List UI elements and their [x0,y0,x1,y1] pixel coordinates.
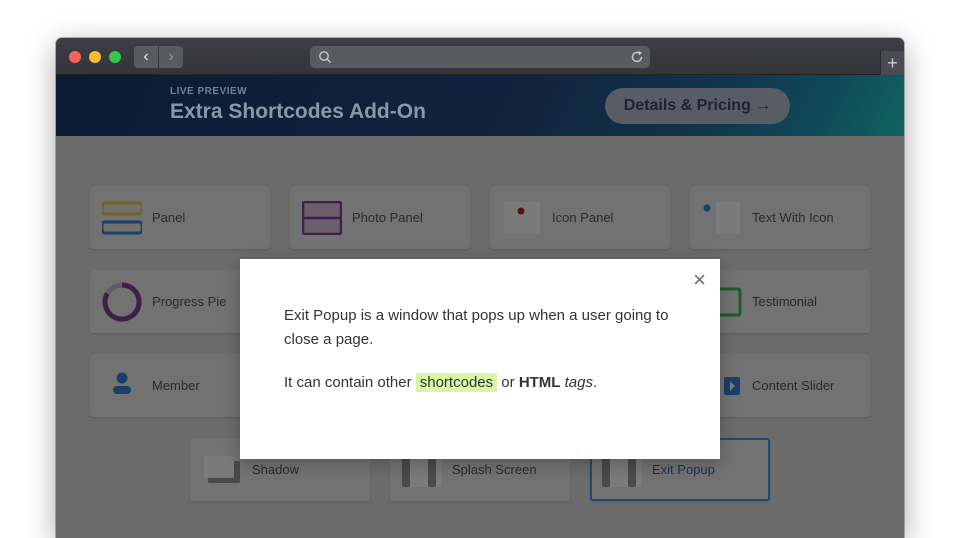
live-preview-banner: LIVE PREVIEW Extra Shortcodes Add-On Det… [56,75,904,136]
card-label: Icon Panel [552,210,614,225]
shortcode-card-panel[interactable]: Panel [90,186,270,249]
chevron-left-icon: ‹ [143,48,149,65]
photo-panel-icon [302,201,342,235]
modal-text-end: . [593,374,598,391]
chevron-right-icon: › [168,48,174,65]
shortcode-card-icon-panel[interactable]: Icon Panel [490,186,670,249]
close-window-button[interactable] [69,51,81,63]
back-button[interactable]: ‹ [134,46,158,68]
reload-icon[interactable] [630,50,644,64]
close-icon[interactable]: × [693,269,706,291]
minimize-window-button[interactable] [89,51,101,63]
card-label: Progress Pie [152,294,227,309]
card-label: Photo Panel [352,210,423,225]
shadow-icon [204,456,240,483]
card-label: Member [152,378,200,393]
address-bar[interactable] [310,46,650,68]
search-icon [319,51,331,63]
icon-panel-icon [504,202,540,234]
progress-pie-icon [102,282,142,322]
shortcode-card-text-with-icon[interactable]: Text With Icon [690,186,870,249]
banner-kicker: LIVE PREVIEW [170,86,248,97]
card-label: Exit Popup [652,462,715,477]
details-pricing-button[interactable]: Details & Pricing → [605,88,790,124]
card-label: Panel [152,210,186,225]
html-bold-text: HTML [518,374,561,391]
shortcode-card-photo-panel[interactable]: Photo Panel [290,186,470,249]
banner-title: Extra Shortcodes Add-On [170,100,426,123]
card-label: Splash Screen [452,462,537,477]
shortcodes-highlight: shortcodes [415,373,498,392]
card-label: Text With Icon [752,210,834,225]
card-label: Shadow [252,462,299,477]
panel-icon [102,201,142,235]
browser-titlebar: ‹ › + [56,38,904,75]
forward-button[interactable]: › [159,46,183,68]
member-icon [113,372,131,394]
card-label: Content Slider [752,378,835,393]
card-label: Testimonial [752,294,818,309]
plus-icon: + [887,53,898,73]
new-tab-button[interactable]: + [880,51,904,75]
tags-italic-text: tags [564,374,593,391]
modal-paragraph-2: It can contain other shortcodes or HTML … [284,372,684,394]
maximize-window-button[interactable] [109,51,121,63]
modal-paragraph-1: Exit Popup is a window that pops up when… [284,307,669,348]
modal-text-mid: or [497,374,519,391]
text-with-icon-icon [703,202,740,234]
modal-text-prefix: It can contain other [284,374,416,391]
exit-popup-modal: × Exit Popup is a window that pops up wh… [240,259,720,459]
